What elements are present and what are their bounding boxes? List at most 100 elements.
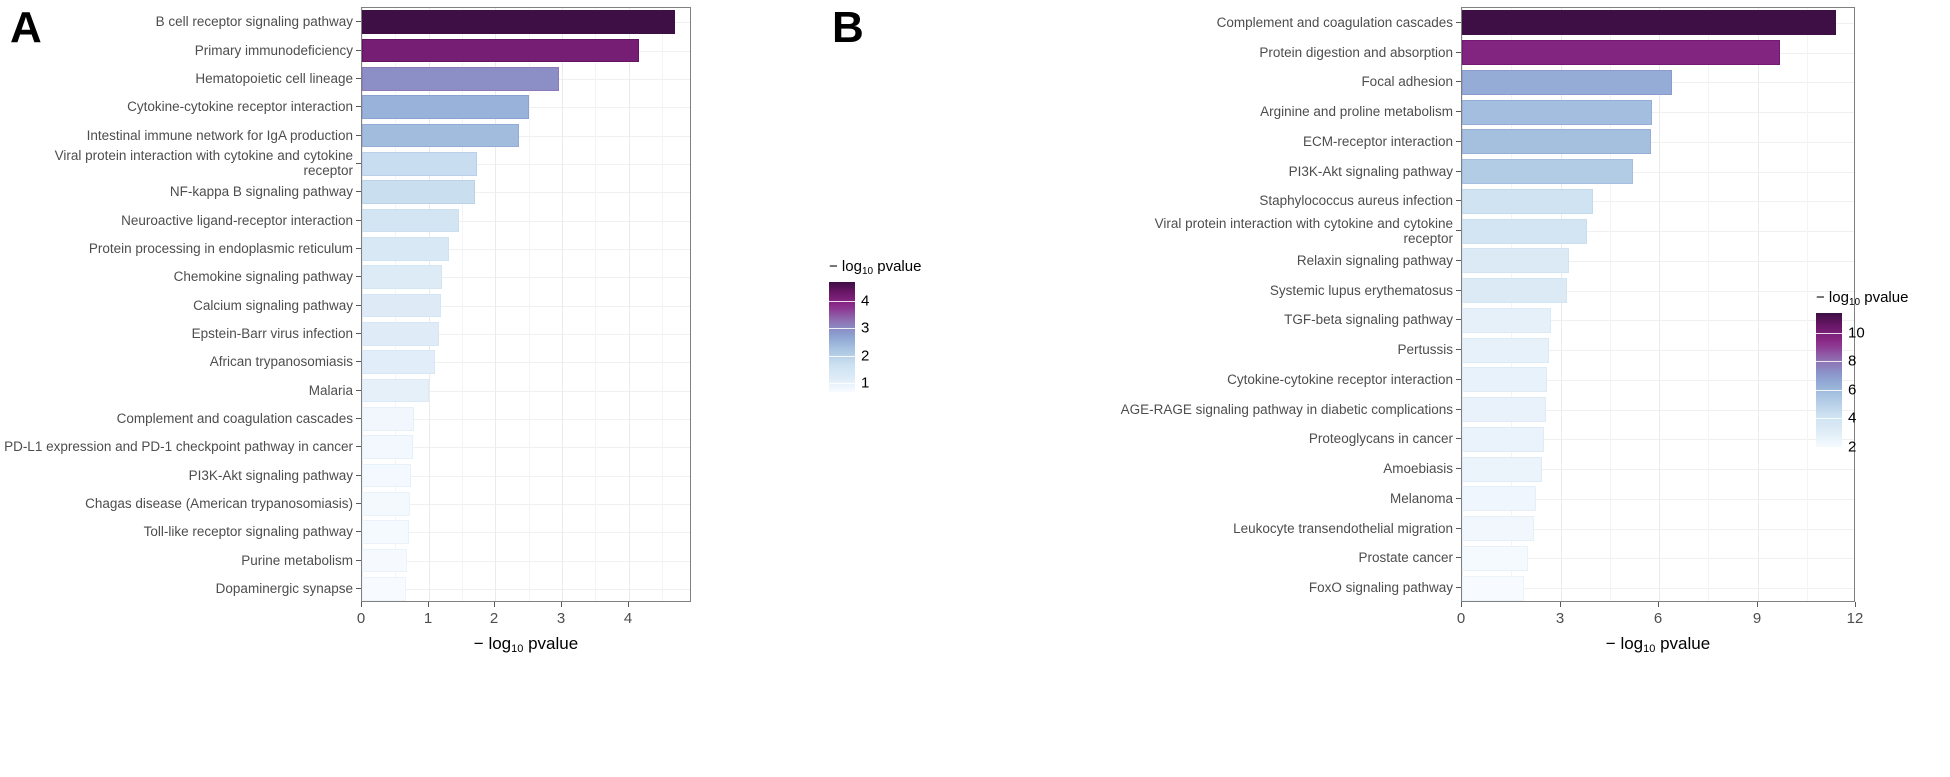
y-axis-tick [356,475,361,476]
bar [362,95,529,120]
x-axis-tick [1855,602,1856,607]
bar [1462,69,1673,95]
bar [1462,575,1525,601]
category-label: Hematopoietic cell lineage [195,71,353,86]
category-label: Complement and coagulation cascades [1216,15,1453,30]
bar [362,208,459,233]
grid-line-horizontal [362,589,690,590]
y-axis-tick [1456,319,1461,320]
bar [1462,456,1543,482]
bar [362,406,414,431]
bar [1462,307,1551,333]
legend-title-base: − log [1816,289,1849,306]
bar [1462,545,1528,571]
y-axis-tick [1456,141,1461,142]
category-label: Epstein-Barr virus infection [191,326,353,341]
panel-b-plot-area [1461,7,1855,602]
bar [1462,99,1653,125]
y-axis-tick [1456,438,1461,439]
bar [362,293,441,318]
y-axis-tick [1456,260,1461,261]
category-label: Relaxin signaling pathway [1296,253,1453,268]
grid-line-minor [595,8,596,601]
y-axis-tick [1456,290,1461,291]
y-axis-tick [1456,379,1461,380]
bar [362,66,559,91]
x-axis-tick [361,602,362,607]
y-axis-tick [356,446,361,447]
category-label: PI3K-Akt signaling pathway [188,468,353,483]
grid-line-horizontal [362,561,690,562]
bar [362,151,477,176]
category-label: African trypanosomiasis [209,354,353,369]
y-axis-tick [1456,230,1461,231]
category-label: Toll-like receptor signaling pathway [143,524,353,539]
bar [362,123,519,148]
category-label: Pertussis [1397,342,1453,357]
category-label: Melanoma [1389,491,1453,506]
category-label: Chagas disease (American trypanosomiasis… [85,496,353,511]
category-label: Staphylococcus aureus infection [1259,193,1453,208]
figure-kegg-pathway-enrichment: A B cell receptor signaling pathway Prima… [0,0,1950,777]
panel-b: B Complement and coagulation cascades Pro… [816,0,1950,777]
x-axis-tick-label: 3 [1555,610,1565,627]
bar [362,321,439,346]
grid-line-minor [1708,8,1709,601]
category-label: Viral protein interaction with cytokine … [1154,216,1453,246]
category-label: PD-L1 expression and PD-1 checkpoint pat… [4,439,353,454]
category-label: AGE-RAGE signaling pathway in diabetic c… [1120,402,1453,417]
panel-b-letter: B [832,3,864,52]
legend-title-sub: 10 [1848,297,1861,308]
y-axis-tick [1456,498,1461,499]
bar [1462,218,1587,244]
panel-b-axis-title: − log10 pvalue [1606,634,1710,655]
category-label: Focal adhesion [1361,74,1453,89]
bar [362,350,436,375]
y-axis-tick [1456,587,1461,588]
legend-tick-label: 10 [1848,324,1865,342]
x-axis-tick-label: 12 [1846,610,1864,627]
category-label: Viral protein interaction with cytokine … [54,148,353,178]
category-label: Cytokine-cytokine receptor interaction [1227,372,1453,387]
category-label: Calcium signaling pathway [193,298,353,313]
bar [362,491,410,516]
bar [362,378,429,403]
category-label: Leukocyte transendothelial migration [1233,521,1453,536]
bar [1462,248,1569,274]
bar [362,236,449,261]
x-axis-tick [1658,602,1659,607]
axis-title-sub: 10 [1643,643,1656,655]
y-axis-tick [356,418,361,419]
grid-line-major [1462,8,1463,601]
y-axis-tick [356,531,361,532]
category-label: ECM-receptor interaction [1302,134,1453,149]
y-axis-tick [356,503,361,504]
x-axis-tick-label: 9 [1752,610,1762,627]
y-axis-tick [356,390,361,391]
y-axis-tick [1456,528,1461,529]
y-axis-tick [356,21,361,22]
category-label: Proteoglycans in cancer [1308,431,1453,446]
category-label: Cytokine-cytokine receptor interaction [127,99,353,114]
grid-line-major [562,8,563,601]
panel-a-axis-title: − log10 pvalue [474,634,578,655]
y-axis-tick [1456,409,1461,410]
legend-title-tail: pvalue [1860,289,1909,306]
x-axis-tick-label: 0 [1456,610,1466,627]
bar [1462,516,1535,542]
y-axis-tick [1456,22,1461,23]
bar [1462,10,1837,36]
x-axis-tick-label: 6 [1653,610,1663,627]
category-label: Systemic lupus erythematosus [1269,283,1453,298]
legend-tick-label: 8 [1848,352,1857,370]
x-axis-tick-label: 3 [556,610,566,627]
panel-a-plot-area [361,7,691,602]
y-axis-tick [356,248,361,249]
grid-line-minor [1511,8,1512,601]
bar [1462,159,1633,185]
y-axis-tick [356,191,361,192]
grid-line-minor [662,8,663,601]
grid-line-minor [529,8,530,601]
category-label: B cell receptor signaling pathway [155,14,353,29]
x-axis-tick [628,602,629,607]
